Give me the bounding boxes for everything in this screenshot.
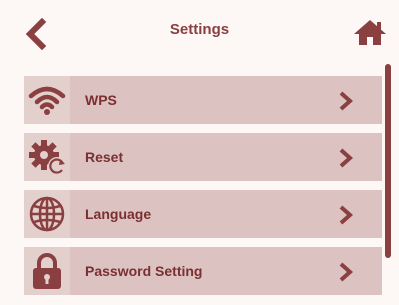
home-icon	[354, 20, 386, 45]
menu-item-label: WPS	[85, 92, 117, 108]
header-bar: Settings	[0, 0, 399, 58]
page-title: Settings	[169, 21, 230, 38]
globe-icon	[24, 190, 70, 238]
menu-item-label: Reset	[85, 149, 124, 165]
menu-item-wps[interactable]: WPS	[24, 76, 382, 124]
menu-item-label: Password Setting	[85, 263, 203, 279]
menu-item-reset[interactable]: Reset	[24, 133, 382, 181]
chevron-right-icon	[339, 91, 354, 111]
gear-reset-icon	[24, 133, 70, 181]
home-button[interactable]	[353, 18, 387, 46]
chevron-right-icon	[339, 205, 354, 225]
lock-icon	[24, 247, 70, 295]
chevron-right-icon	[339, 262, 354, 282]
wifi-icon	[24, 76, 70, 124]
menu-item-label: Language	[85, 206, 152, 222]
settings-menu: WPS Reset Language Password Setting	[24, 76, 382, 304]
chevron-right-icon	[339, 148, 354, 168]
menu-item-language[interactable]: Language	[24, 190, 382, 238]
scrollbar-thumb[interactable]	[385, 64, 391, 258]
menu-item-password-setting[interactable]: Password Setting	[24, 247, 382, 295]
scrollbar[interactable]	[385, 64, 391, 304]
